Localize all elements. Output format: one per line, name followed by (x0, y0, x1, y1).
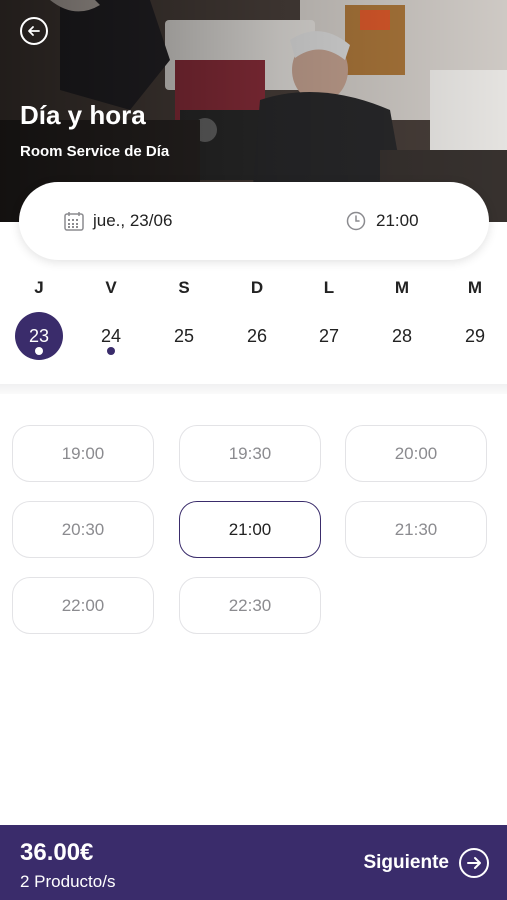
availability-dot (35, 347, 43, 355)
selected-date[interactable]: jue., 23/06 (63, 182, 172, 260)
selected-date-label: jue., 23/06 (93, 211, 173, 230)
day-letter: V (105, 278, 117, 297)
day-number-label: 24 (100, 325, 122, 346)
day-5[interactable]: M 28 (377, 262, 427, 372)
time-slot-selected[interactable]: 21:00 (179, 501, 321, 558)
day-letter: D (250, 278, 264, 297)
divider (0, 384, 507, 394)
day-1[interactable]: V 24 (86, 262, 136, 372)
day-number-label: 28 (391, 325, 413, 346)
day-number-label: 26 (246, 325, 268, 346)
arrow-left-circle-icon (28, 26, 40, 36)
day-3[interactable]: D 26 (232, 262, 282, 372)
clock-icon (346, 211, 366, 231)
day-number: 28 (378, 312, 426, 360)
day-0[interactable]: J 23 (14, 262, 64, 372)
time-slot[interactable]: 22:00 (12, 577, 154, 634)
back-button[interactable] (20, 17, 48, 45)
day-letter: S (178, 278, 190, 297)
day-number-selected: 23 (15, 312, 63, 360)
time-slot[interactable]: 19:30 (179, 425, 321, 482)
time-slot[interactable]: 20:30 (12, 501, 154, 558)
next-button[interactable]: Siguiente (363, 848, 489, 878)
time-slot[interactable]: 21:30 (345, 501, 487, 558)
product-count: 2 Producto/s (20, 872, 116, 891)
day-2[interactable]: S 25 (159, 262, 209, 372)
day-number: 26 (233, 312, 281, 360)
day-4[interactable]: L 27 (304, 262, 354, 372)
page-title: Día y hora (20, 100, 146, 130)
day-number-label: 27 (318, 325, 340, 346)
day-number: 24 (87, 312, 135, 360)
day-letter: M (467, 278, 483, 297)
day-letter: L (323, 278, 335, 297)
calendar-icon (64, 212, 84, 231)
day-number: 27 (305, 312, 353, 360)
time-slot[interactable]: 20:00 (345, 425, 487, 482)
page-subtitle: Room Service de Día (20, 143, 170, 160)
day-number: 25 (160, 312, 208, 360)
next-button-label: Siguiente (363, 852, 449, 873)
week-day-selector: J 23 V 24 S 25 D 26 L 27 M 28 M 29 (0, 262, 507, 382)
selected-time-label: 21:00 (376, 211, 419, 230)
selection-summary: jue., 23/06 21:00 (19, 182, 489, 260)
day-6[interactable]: M 29 (450, 262, 500, 372)
day-number: 29 (451, 312, 499, 360)
day-number-label: 23 (28, 325, 50, 346)
day-letter: J (34, 278, 44, 297)
time-slot[interactable]: 22:30 (179, 577, 321, 634)
total-price: 36.00€ (20, 839, 94, 866)
time-slot[interactable]: 19:00 (12, 425, 154, 482)
selected-time[interactable]: 21:00 (346, 182, 419, 260)
availability-dot (107, 347, 115, 355)
day-letter: M (394, 278, 410, 297)
day-number-label: 25 (173, 325, 195, 346)
arrow-right-circle-icon (459, 848, 489, 878)
day-number-label: 29 (464, 325, 486, 346)
checkout-footer: 36.00€ 2 Producto/s Siguiente (0, 825, 507, 900)
